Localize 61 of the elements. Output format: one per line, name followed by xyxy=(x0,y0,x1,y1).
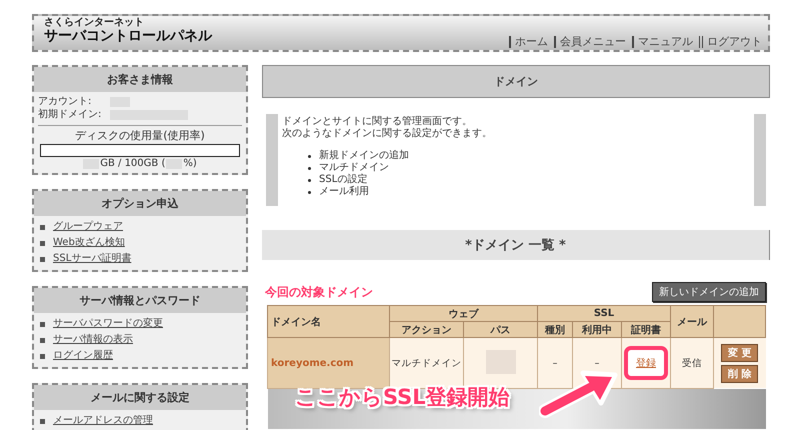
blurred-value xyxy=(166,158,182,168)
domain-cell: koreyome.com xyxy=(268,338,390,388)
row-action-button[interactable]: 削 除 xyxy=(721,364,758,382)
bullet-icon xyxy=(308,154,311,158)
bullet-icon xyxy=(40,224,45,230)
target-domain-label: 今回の対象ドメイン xyxy=(265,284,373,300)
feature-item: メール利用 xyxy=(319,186,369,198)
column-header: ウェブ xyxy=(390,306,538,322)
disk-usage-text: GB / 100GB ( xyxy=(100,158,166,169)
table-cell: 受信 xyxy=(670,338,714,388)
bullet-icon xyxy=(308,166,311,170)
brand-subtitle: さくらインターネット xyxy=(44,17,145,28)
column-header: メール xyxy=(670,306,714,338)
disk-usage-label: ディスクの使用量(使用率) xyxy=(74,128,206,143)
feature-item: マルチドメイン xyxy=(319,162,389,174)
column-header xyxy=(714,306,766,338)
nav-link[interactable]: ホーム xyxy=(509,36,548,48)
nav-link[interactable]: マニュアル xyxy=(632,36,693,48)
bullet-icon xyxy=(40,338,45,342)
table-cell: – xyxy=(538,338,572,388)
blurred-value xyxy=(83,158,100,168)
intro-text: 次のようなドメインに関する設定ができます。 xyxy=(282,128,493,140)
column-header: パス xyxy=(464,322,538,338)
menu-link[interactable]: サーバパスワードの変更 xyxy=(53,316,163,332)
column-header: 証明書 xyxy=(622,322,670,338)
panel-title: サーバ情報とパスワード xyxy=(34,288,246,313)
panel-title: オプション申込 xyxy=(34,191,246,216)
list-title: *ドメイン 一覧 * xyxy=(262,230,770,260)
column-header: 利用中 xyxy=(572,322,622,338)
column-header: 種別 xyxy=(538,322,572,338)
panel-title: お客さま情報 xyxy=(34,67,246,92)
intro-text: ドメインとサイトに関する管理画面です。 xyxy=(282,116,473,128)
bullet-icon xyxy=(308,190,311,194)
column-header: ドメイン名 xyxy=(268,306,390,338)
column-header: SSL xyxy=(538,306,670,322)
bullet-icon xyxy=(40,418,45,424)
bullet-icon xyxy=(40,322,45,326)
feature-item: SSLの設定 xyxy=(319,174,368,186)
register-link[interactable]: 登録 xyxy=(636,358,656,369)
menu-link[interactable]: サーバ情報の表示 xyxy=(53,332,133,348)
menu-link[interactable]: ログイン履歴 xyxy=(53,348,113,364)
column-header: アクション xyxy=(390,322,464,338)
bullet-icon xyxy=(40,354,45,358)
add-domain-button[interactable]: 新しいドメインの追加 xyxy=(652,282,766,302)
nav-link[interactable]: ログアウト xyxy=(699,36,762,48)
field-label: 初期ドメイン: xyxy=(38,108,102,121)
menu-link[interactable]: Web改ざん検知 xyxy=(53,235,125,251)
menu-link[interactable]: SSLサーバ証明書 xyxy=(53,251,132,267)
section-title: ドメイン xyxy=(262,65,770,98)
bullet-icon xyxy=(40,256,45,262)
feature-item: 新規ドメインの追加 xyxy=(319,150,409,162)
menu-link[interactable]: グループウェア xyxy=(53,219,123,235)
field-label: アカウント: xyxy=(38,95,92,108)
bullet-icon xyxy=(40,240,45,246)
nav-link[interactable]: 会員メニュー xyxy=(554,36,626,48)
panel-title: メールに関する設定 xyxy=(34,385,246,410)
brand-title: サーバコントロールパネル xyxy=(44,28,212,44)
menu-link[interactable]: メールアドレスの管理 xyxy=(53,413,153,429)
bullet-icon xyxy=(308,178,311,182)
disk-usage-text: %) xyxy=(183,158,197,169)
row-action-button[interactable]: 変 更 xyxy=(721,344,758,362)
